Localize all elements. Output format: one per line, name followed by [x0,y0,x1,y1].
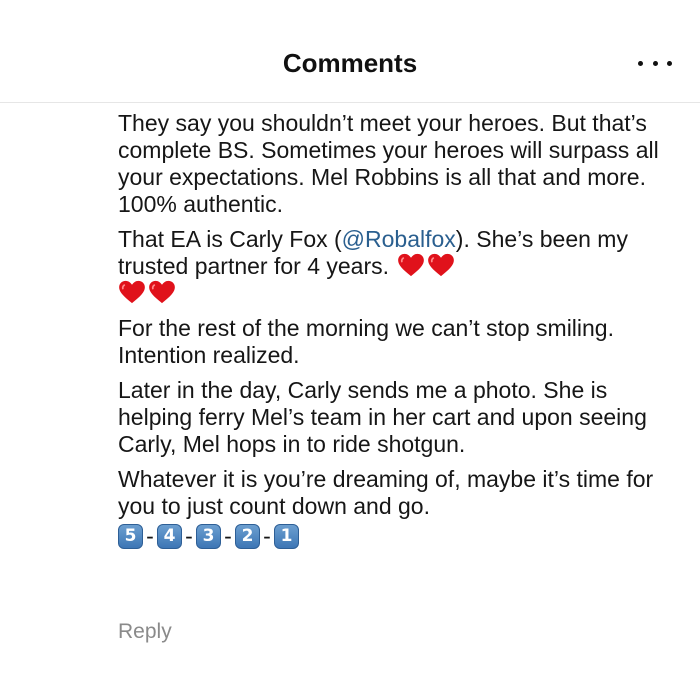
keycap-1-icon: 1 [274,523,299,549]
comment-body: They say you shouldn’t meet your heroes.… [118,110,678,550]
red-heart-icon [428,253,455,277]
comment-paragraph-2: That EA is Carly Fox (@Robalfox). She’s … [118,226,678,307]
keycap-4-icon: 4 [157,523,182,549]
comment-paragraph-3: For the rest of the morning we can’t sto… [118,315,614,368]
countdown-separator: - [224,522,232,549]
reply-button[interactable]: Reply [118,620,172,644]
comment-paragraph-1: They say you shouldn’t meet your heroes.… [118,110,659,217]
countdown-separator: - [185,522,193,549]
countdown-emoji-row: 5 - 4 - 3 - 2 - 1 [118,522,678,550]
keycap-5-icon: 5 [118,523,143,549]
countdown-separator: - [263,522,271,549]
paragraph-text: That EA is Carly Fox ( [118,226,342,252]
comment-paragraph-4: Later in the day, Carly sends me a photo… [118,377,647,457]
user-mention-link[interactable]: @Robalfox [342,226,456,252]
red-heart-icon [119,280,145,304]
ellipsis-dot-icon [652,60,658,66]
comment-paragraph-5: Whatever it is you’re dreaming of, maybe… [118,466,654,519]
comments-header: Comments [0,0,700,103]
ellipsis-horizontal-icon [638,60,643,66]
ellipsis-dot-icon [667,60,672,66]
red-heart-icon [398,253,425,277]
keycap-2-icon: 2 [235,523,260,549]
red-heart-icon [149,280,175,304]
countdown-separator: - [146,522,154,549]
page-title: Comments [282,48,418,78]
more-options-button[interactable] [638,52,672,74]
keycap-3-icon: 3 [196,523,221,549]
